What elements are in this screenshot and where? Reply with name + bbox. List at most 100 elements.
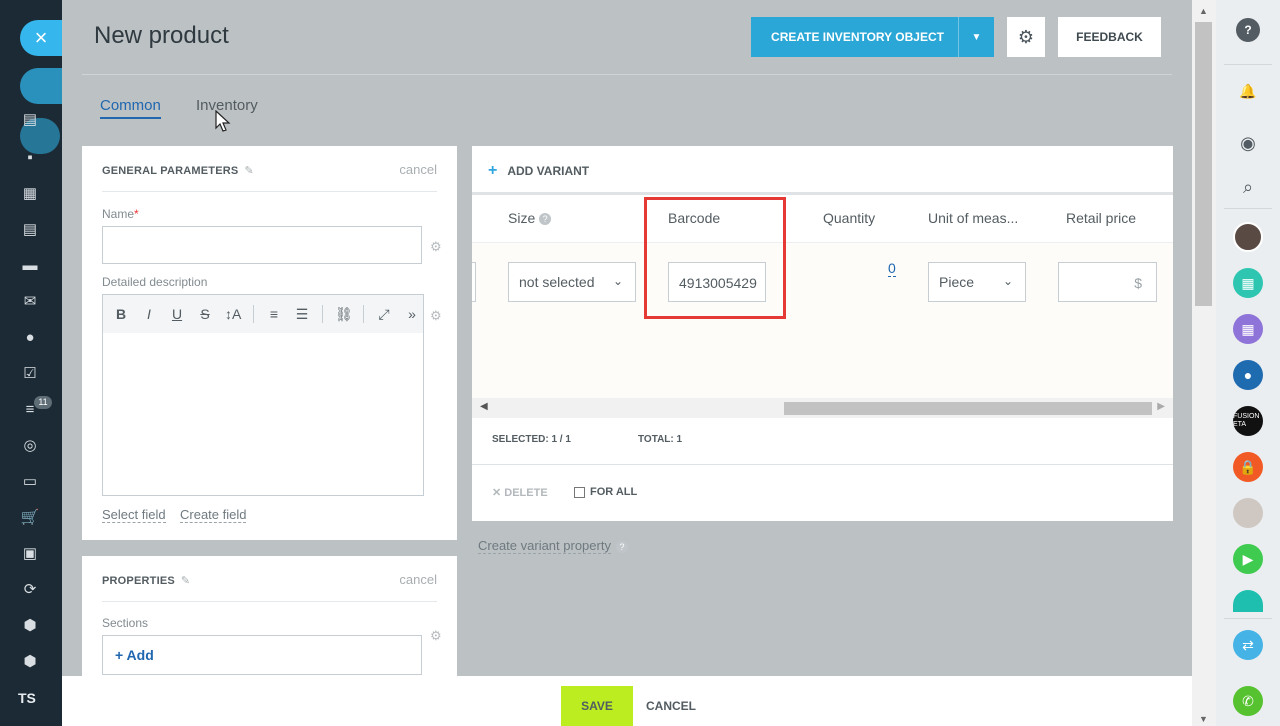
- calendar-icon[interactable]: ▦: [1233, 268, 1263, 298]
- unit-select[interactable]: Piece ⌄: [928, 262, 1026, 302]
- properties-cancel-link[interactable]: cancel: [399, 572, 437, 587]
- column-unit-of-measure[interactable]: Unit of meas...: [928, 210, 1018, 226]
- window-icon[interactable]: ▭: [20, 472, 40, 492]
- lock-icon[interactable]: 🔒: [1233, 452, 1263, 482]
- description-field-gear-icon[interactable]: ⚙: [430, 308, 442, 324]
- column-quantity[interactable]: Quantity: [823, 210, 875, 226]
- cancel-button[interactable]: CANCEL: [646, 686, 696, 726]
- calendar-icon[interactable]: ▦: [20, 184, 40, 204]
- add-variant-label: ADD VARIANT: [507, 164, 590, 178]
- bullet-list-icon[interactable]: ☰: [294, 306, 310, 323]
- checkbox[interactable]: [574, 486, 585, 498]
- quantity-value-link[interactable]: 0: [888, 260, 896, 277]
- selected-count: SELECTED: 1 / 1: [492, 434, 571, 445]
- italic-icon[interactable]: I: [141, 306, 157, 322]
- column-retail-price[interactable]: Retail price: [1066, 210, 1136, 226]
- save-button[interactable]: SAVE: [561, 686, 633, 726]
- bell-icon[interactable]: 🔔: [1233, 76, 1263, 106]
- delete-button[interactable]: ✕ DELETE: [492, 486, 548, 499]
- general-heading-text: GENERAL PARAMETERS: [102, 165, 239, 177]
- scroll-up-icon[interactable]: ▲: [1199, 6, 1208, 16]
- feedback-button[interactable]: FEEDBACK: [1058, 17, 1161, 57]
- name-input[interactable]: [102, 226, 422, 264]
- help-icon[interactable]: ?: [616, 541, 628, 553]
- create-variant-property-link[interactable]: Create variant property: [478, 538, 611, 554]
- for-all-label: FOR ALL: [590, 486, 638, 498]
- underline-icon[interactable]: U: [169, 306, 185, 322]
- for-all-checkbox[interactable]: FOR ALL: [574, 486, 637, 498]
- font-size-icon[interactable]: ↕A: [225, 306, 241, 322]
- call-icon[interactable]: ✆: [1233, 686, 1263, 716]
- description-label: Detailed description: [102, 275, 208, 289]
- vertical-scrollbar[interactable]: ▲ ▼: [1192, 0, 1216, 726]
- groups-icon[interactable]: ●: [20, 328, 40, 348]
- sections-gear-icon[interactable]: ⚙: [430, 628, 442, 644]
- cart-icon[interactable]: 🛒: [20, 508, 40, 528]
- chat-bubble-icon[interactable]: ◉: [1233, 128, 1263, 158]
- phone-transfer-icon[interactable]: ⇄: [1233, 630, 1263, 660]
- description-editor[interactable]: B I U S ↕A ≡ ☰ ⛓ ⤢ »: [102, 294, 424, 496]
- chevron-down-icon[interactable]: ▼: [958, 17, 994, 57]
- sync-icon[interactable]: ⟳: [20, 580, 40, 600]
- strikethrough-icon[interactable]: S: [197, 306, 213, 322]
- divider: [1224, 64, 1272, 65]
- select-field-link[interactable]: Select field: [102, 507, 166, 523]
- retail-price-input[interactable]: $: [1058, 262, 1157, 302]
- scrollbar-thumb[interactable]: [784, 402, 1152, 415]
- scroll-down-icon[interactable]: ▼: [1199, 714, 1208, 724]
- create-field-link[interactable]: Create field: [180, 507, 247, 523]
- numbered-list-icon[interactable]: ≡: [266, 306, 282, 322]
- calendar-alt-icon[interactable]: ▦: [1233, 314, 1263, 344]
- box-alt-icon[interactable]: ⬢: [20, 652, 40, 672]
- document-icon[interactable]: ▤: [20, 220, 40, 240]
- video-call-alt-icon[interactable]: [1233, 590, 1263, 612]
- scroll-right-icon[interactable]: ▶: [1157, 401, 1165, 412]
- scroll-left-icon[interactable]: ◀: [480, 401, 488, 412]
- avatar[interactable]: [1233, 498, 1263, 528]
- avatar[interactable]: FUSION ETA: [1233, 406, 1263, 436]
- name-label: Name*: [102, 207, 139, 221]
- user-initials[interactable]: TS: [18, 690, 36, 706]
- add-section-button[interactable]: + Add: [102, 635, 422, 675]
- page-title: New product: [94, 22, 229, 49]
- avatar[interactable]: [1233, 222, 1263, 252]
- general-cancel-link[interactable]: cancel: [399, 162, 437, 177]
- pencil-icon[interactable]: ✎: [244, 165, 253, 177]
- target-icon[interactable]: ◎: [20, 436, 40, 456]
- settings-button[interactable]: ⚙: [1007, 17, 1045, 57]
- video-call-icon[interactable]: ▶: [1233, 544, 1263, 574]
- tab-common[interactable]: Common: [100, 97, 161, 119]
- name-field-gear-icon[interactable]: ⚙: [430, 239, 442, 255]
- right-sidebar: ? 🔔 ◉ ⌕ ▦ ▦ ● FUSION ETA 🔒 ▶ ⇄ ✆: [1216, 0, 1280, 726]
- bold-icon[interactable]: B: [113, 306, 129, 322]
- contact-card-icon[interactable]: ▣: [20, 544, 40, 564]
- tasks-icon[interactable]: ▤: [20, 110, 40, 130]
- drive-icon[interactable]: ▬: [20, 256, 40, 276]
- groups-icon[interactable]: ●: [1233, 360, 1263, 390]
- size-select[interactable]: not selected ⌄: [508, 262, 636, 302]
- general-parameters-card: GENERAL PARAMETERS ✎ cancel Name* ⚙ Detai…: [82, 146, 457, 540]
- help-icon[interactable]: ?: [1236, 18, 1260, 42]
- horizontal-scrollbar[interactable]: ◀ ▶: [472, 398, 1173, 418]
- clipped-input[interactable]: [472, 262, 476, 302]
- box-icon[interactable]: ⬢: [20, 616, 40, 636]
- close-slider-button[interactable]: ×: [20, 20, 62, 56]
- more-icon[interactable]: »: [404, 306, 420, 322]
- fullscreen-icon[interactable]: ⤢: [376, 306, 392, 323]
- column-size[interactable]: Size ?: [508, 210, 552, 226]
- help-icon[interactable]: ?: [539, 213, 552, 226]
- pencil-icon[interactable]: ✎: [181, 575, 190, 587]
- chat-icon[interactable]: ▪: [20, 148, 40, 168]
- checklist-icon[interactable]: ☑: [20, 364, 40, 384]
- link-icon[interactable]: ⛓: [335, 306, 353, 323]
- total-value: 1: [676, 434, 683, 445]
- properties-heading: PROPERTIES ✎: [102, 574, 190, 587]
- create-inventory-object-button[interactable]: CREATE INVENTORY OBJECT ▼: [751, 17, 994, 57]
- add-variant-button[interactable]: + ADD VARIANT: [488, 162, 589, 180]
- left-sidebar: × ▤ ▪ ▦ ▤ ▬ ✉ ● ☑ ≡ 11 ◎ ▭ 🛒 ▣ ⟳ ⬢ ⬢ TS: [0, 0, 90, 726]
- mail-icon[interactable]: ✉: [20, 292, 40, 312]
- selected-label: SELECTED:: [492, 434, 549, 445]
- notification-badge: 11: [34, 396, 52, 409]
- scrollbar-thumb[interactable]: [1195, 22, 1212, 306]
- search-icon[interactable]: ⌕: [1233, 172, 1263, 202]
